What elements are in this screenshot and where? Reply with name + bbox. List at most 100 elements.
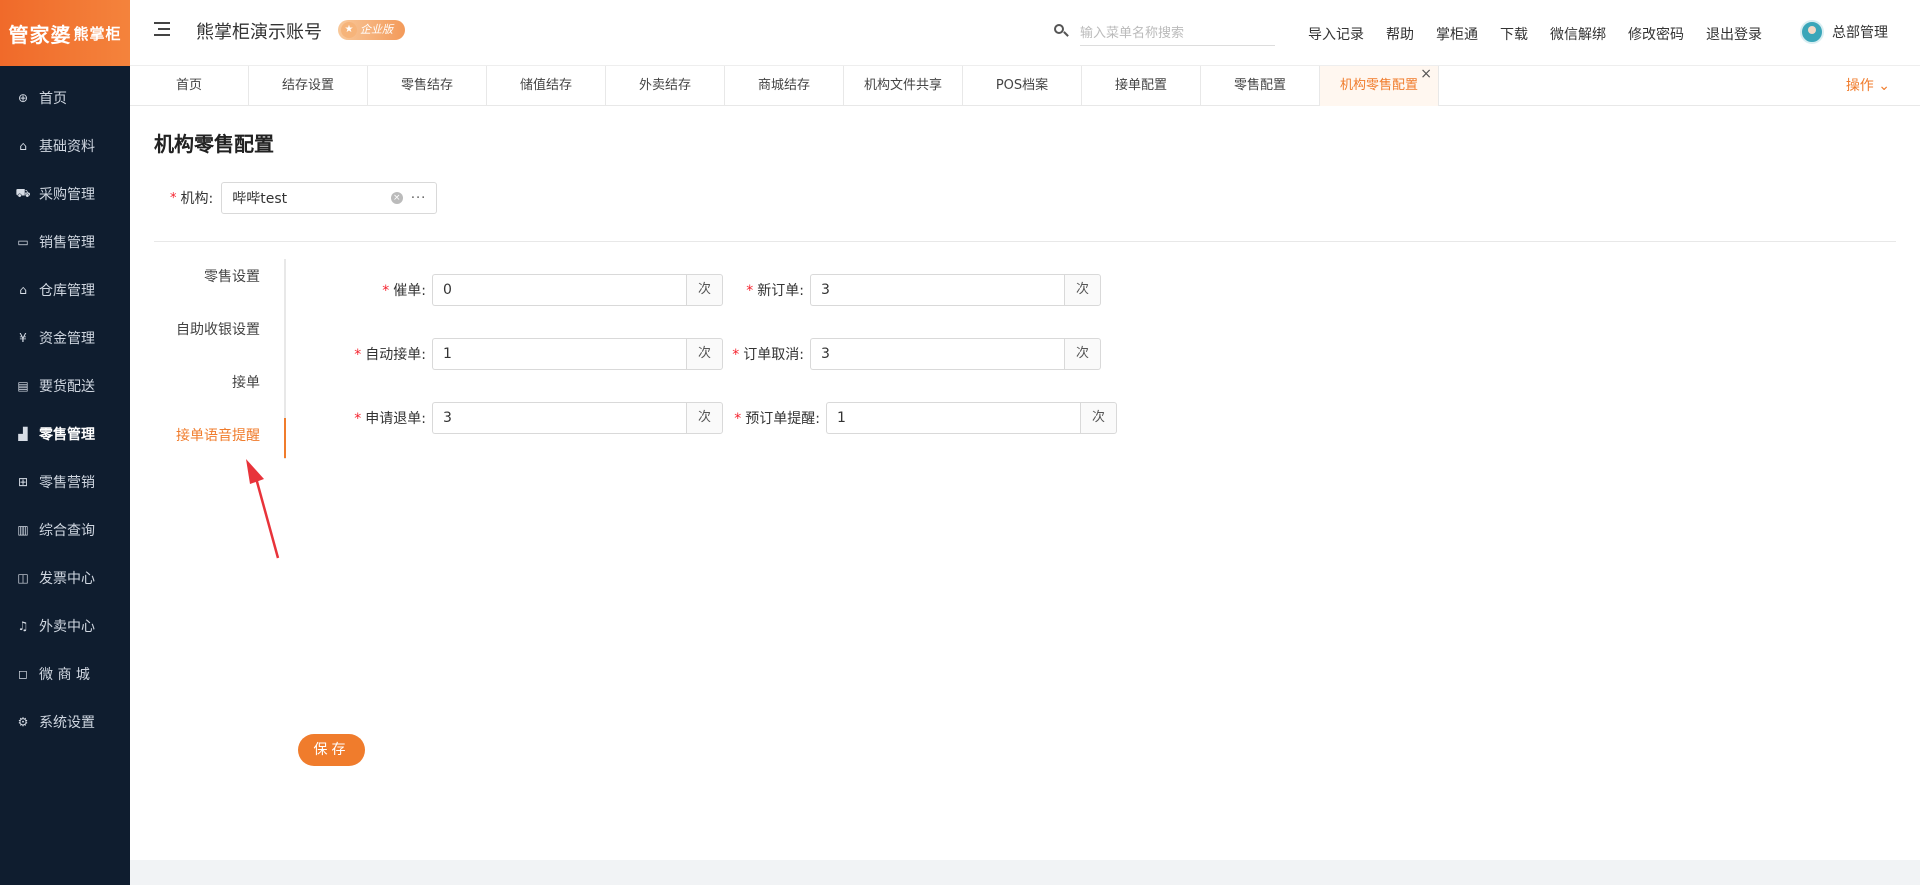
settings-side-tabs: 零售设置 自助收银设置 接单 接单语音提醒	[154, 259, 284, 471]
tab-operations-menu[interactable]: 操作 ⌄	[1846, 66, 1890, 106]
clear-icon[interactable]: ×	[390, 192, 403, 204]
sidebar-item-label: 销售管理	[39, 235, 95, 251]
star-icon: ★	[341, 22, 357, 38]
bag-icon: ◻	[18, 667, 28, 681]
field-input[interactable]	[432, 338, 686, 370]
field-label-text: 自动接单:	[365, 347, 426, 363]
field-label-text: 订单取消:	[743, 347, 804, 363]
tab-8[interactable]: 接单配置	[1082, 66, 1201, 106]
tab-label: 储值结存	[519, 78, 572, 93]
side-tab-1[interactable]: 自助收银设置	[154, 312, 284, 365]
tab-label: 接单配置	[1114, 78, 1167, 93]
close-icon[interactable]: ×	[1420, 54, 1432, 94]
more-icon[interactable]: ···	[411, 191, 426, 206]
divider	[154, 241, 1896, 242]
tab-label: 零售配置	[1233, 78, 1286, 93]
header-link-6[interactable]: 退出登录	[1706, 24, 1762, 44]
tab-1[interactable]: 结存设置	[249, 66, 368, 106]
sidebar-item-6[interactable]: ▤ 要货配送	[0, 362, 130, 410]
sidebar-item-13[interactable]: ⚙ 系统设置	[0, 698, 130, 746]
field-label-text: 申请退单:	[365, 411, 426, 427]
sidebar-item-5[interactable]: ¥ 资金管理	[0, 314, 130, 362]
tab-6[interactable]: 机构文件共享	[844, 66, 963, 106]
logo-sub-text: 熊掌柜	[73, 24, 122, 43]
user-menu[interactable]: 总部管理	[1800, 20, 1888, 44]
required-mark: *	[170, 190, 177, 206]
user-name[interactable]: 总部管理	[1832, 22, 1888, 42]
tab-5[interactable]: 商城结存	[725, 66, 844, 106]
sidebar-item-7[interactable]: ▟ 零售管理	[0, 410, 130, 458]
tab-2[interactable]: 零售结存	[368, 66, 487, 106]
annotation-arrow-shaft	[254, 477, 280, 559]
sidebar-item-2[interactable]: ⛟ 采购管理	[0, 170, 130, 218]
header-links: 导入记录 帮助 掌柜通 下载 微信解绑 修改密码 退出登录	[1308, 24, 1784, 44]
unit-addon: 次	[1064, 274, 1101, 306]
edition-badge: ★ 企业版	[338, 20, 405, 40]
field-input[interactable]	[810, 338, 1064, 370]
chart-icon: ▟	[18, 427, 28, 441]
sidebar-item-label: 首页	[39, 91, 67, 107]
gift-icon: ⊞	[17, 475, 29, 489]
sidebar-item-4[interactable]: ⌂ 仓库管理	[0, 266, 130, 314]
sidebar-item-3[interactable]: ▭ 销售管理	[0, 218, 130, 266]
menu-toggle-icon[interactable]	[154, 22, 172, 38]
header-link-2[interactable]: 掌柜通	[1436, 24, 1478, 44]
sidebar-item-11[interactable]: ♫ 外卖中心	[0, 602, 130, 650]
header-link-3[interactable]: 下载	[1500, 24, 1528, 44]
tab-7[interactable]: POS档案	[963, 66, 1082, 106]
unit-addon: 次	[686, 402, 723, 434]
org-value: 哔哔test	[232, 191, 288, 207]
gear-icon: ⚙	[17, 715, 29, 729]
tab-3[interactable]: 储值结存	[487, 66, 606, 106]
sidebar-item-10[interactable]: ◫ 发票中心	[0, 554, 130, 602]
header-link-1[interactable]: 帮助	[1386, 24, 1414, 44]
sidebar-item-label: 微 商 城	[39, 667, 90, 683]
save-button[interactable]: 保存	[298, 734, 365, 766]
field-label-text: 预订单提醒:	[745, 411, 820, 427]
field-input[interactable]	[432, 274, 686, 306]
avatar[interactable]	[1800, 20, 1824, 44]
side-tab-3[interactable]: 接单语音提醒	[154, 418, 284, 471]
sidebar-item-label: 外卖中心	[39, 619, 95, 635]
tab-label: 商城结存	[757, 78, 810, 93]
required-mark: *	[354, 411, 362, 427]
field-input[interactable]	[432, 402, 686, 434]
sidebar-item-label: 采购管理	[39, 187, 95, 203]
menu-search-input[interactable]	[1080, 22, 1275, 46]
sidebar: 管家婆 熊掌柜 ⊕ 首页 ⌂ 基础资料 ⛟ 采购管理 ▭ 销售管理 ⌂ 仓库管理 ¥ 资金管理 ▤ 要货配…	[0, 0, 130, 885]
sidebar-item-label: 系统设置	[39, 715, 95, 731]
tab-9[interactable]: 零售配置	[1201, 66, 1320, 106]
sidebar-item-label: 综合查询	[39, 523, 95, 539]
header-link-4[interactable]: 微信解绑	[1550, 24, 1606, 44]
header-link-0[interactable]: 导入记录	[1308, 24, 1364, 44]
form-field-1: *新订单: 次	[730, 274, 1101, 306]
tab-4[interactable]: 外卖结存	[606, 66, 725, 106]
sidebar-item-1[interactable]: ⌂ 基础资料	[0, 122, 130, 170]
side-tab-0[interactable]: 零售设置	[154, 259, 284, 312]
sidebar-item-label: 基础资料	[39, 139, 95, 155]
form-field-5: *预订单提醒: 次	[730, 402, 1117, 434]
delivery-icon: ▤	[17, 379, 29, 393]
invoice-icon: ◫	[17, 571, 29, 585]
side-tab-2[interactable]: 接单	[154, 365, 284, 418]
tab-0[interactable]: 首页	[130, 66, 249, 106]
search-icon[interactable]	[1054, 24, 1069, 38]
form-field-3: *订单取消: 次	[730, 338, 1101, 370]
sidebar-item-12[interactable]: ◻ 微 商 城	[0, 650, 130, 698]
org-select[interactable]: 哔哔test × ···	[221, 182, 438, 214]
tab-label: 结存设置	[281, 78, 334, 93]
form-field-4: *申请退单: 次	[324, 402, 723, 434]
field-input[interactable]	[826, 402, 1080, 434]
account-title: 熊掌柜演示账号	[196, 22, 322, 43]
sidebar-item-0[interactable]: ⊕ 首页	[0, 74, 130, 122]
warehouse-icon: ⌂	[19, 283, 27, 297]
required-mark: *	[732, 347, 740, 363]
sidebar-item-9[interactable]: ▥ 综合查询	[0, 506, 130, 554]
bottom-strip	[130, 860, 1920, 885]
tab-10[interactable]: 机构零售配置 ×	[1320, 66, 1439, 106]
globe-icon: ⊕	[17, 91, 29, 105]
tab-label: 零售结存	[400, 78, 453, 93]
field-input[interactable]	[810, 274, 1064, 306]
header-link-5[interactable]: 修改密码	[1628, 24, 1684, 44]
sidebar-item-8[interactable]: ⊞ 零售营销	[0, 458, 130, 506]
